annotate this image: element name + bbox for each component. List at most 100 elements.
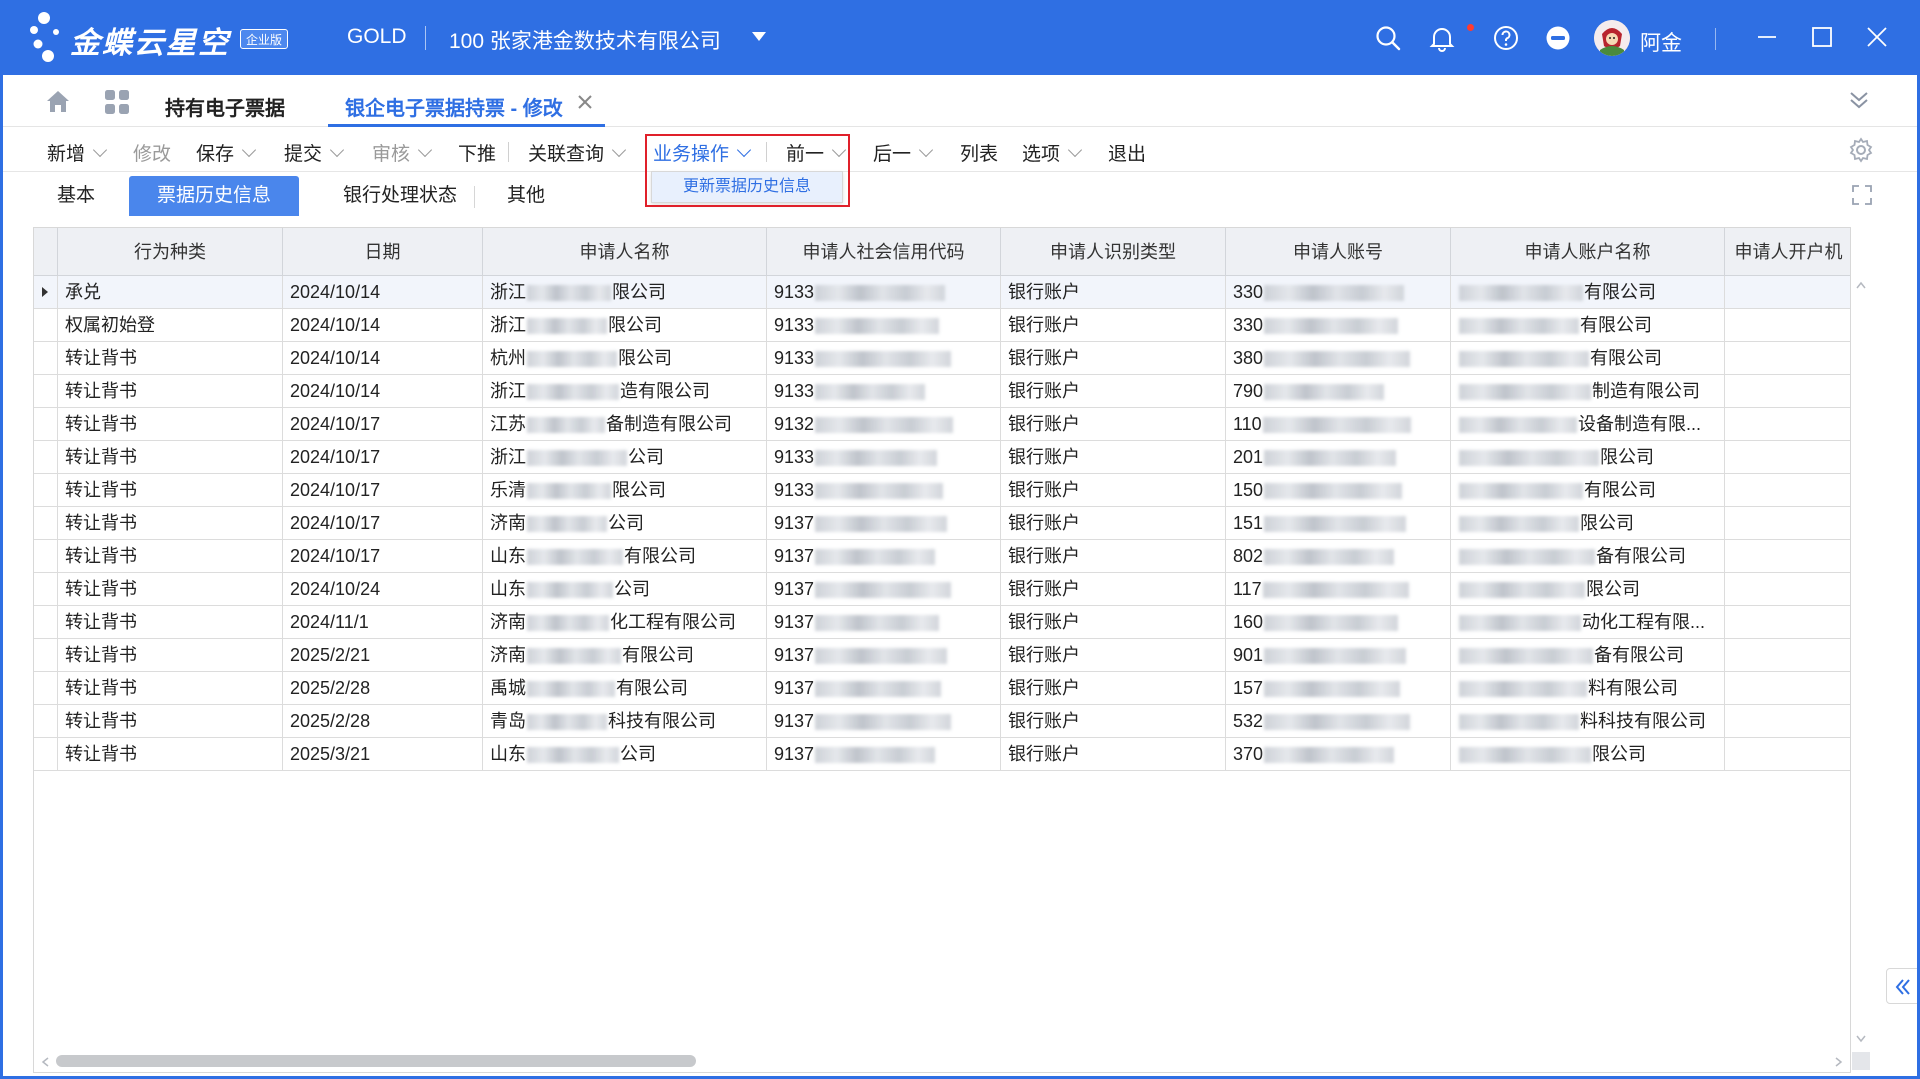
table-cell[interactable]: 2024/10/17	[283, 441, 483, 474]
column-header[interactable]: 申请人账户名称	[1451, 228, 1725, 276]
table-cell[interactable]: 2024/11/1	[283, 606, 483, 639]
audit-button[interactable]: 审核	[372, 139, 433, 166]
table-cell[interactable]: 160	[1226, 606, 1451, 639]
modify-button[interactable]: 修改	[133, 139, 171, 166]
new-button[interactable]: 新增	[47, 139, 108, 166]
table-cell[interactable]: 2024/10/14	[283, 276, 483, 309]
table-cell[interactable]: 银行账户	[1001, 474, 1226, 507]
table-row[interactable]: 转让背书 2025/3/21 山东 公司 9137 银行账户 370 限公司	[34, 738, 1850, 771]
table-cell[interactable]: 330	[1226, 309, 1451, 342]
table-row[interactable]: 转让背书 2025/2/21 济南 有限公司 9137 银行账户 901 备有限公司	[34, 639, 1850, 672]
table-cell[interactable]	[1725, 606, 1850, 639]
table-cell[interactable]: 银行账户	[1001, 309, 1226, 342]
tab-bill-history[interactable]: 票据历史信息	[129, 176, 299, 216]
horizontal-scrollbar[interactable]	[38, 1050, 1843, 1068]
table-cell[interactable]: 银行账户	[1001, 441, 1226, 474]
bell-icon[interactable]	[1428, 24, 1456, 52]
chevron-down-icon[interactable]	[417, 142, 433, 158]
maximize-icon[interactable]	[1809, 24, 1835, 50]
push-down-button[interactable]: 下推	[458, 139, 496, 166]
table-cell[interactable]: 2024/10/14	[283, 375, 483, 408]
table-cell[interactable]: 浙江 限公司	[483, 276, 767, 309]
table-cell[interactable]: 2025/2/28	[283, 705, 483, 738]
table-cell[interactable]: 9133	[767, 276, 1001, 309]
table-row[interactable]: 转让背书 2024/11/1 济南 化工程有限公司 9137 银行账户 160 动化工程有限.…	[34, 606, 1850, 639]
table-cell[interactable]: 禹城 有限公司	[483, 672, 767, 705]
row-indicator[interactable]	[34, 408, 58, 441]
table-row[interactable]: 转让背书 2025/2/28 青岛 科技有限公司 9137 银行账户 532 料科技有限公司	[34, 705, 1850, 738]
table-cell[interactable]: 银行账户	[1001, 408, 1226, 441]
table-cell[interactable]: 转让背书	[58, 573, 283, 606]
table-cell[interactable]: 乐清 限公司	[483, 474, 767, 507]
tab-close-icon[interactable]	[576, 93, 594, 111]
table-cell[interactable]	[1725, 507, 1850, 540]
table-cell[interactable]: 转让背书	[58, 408, 283, 441]
scroll-right-icon[interactable]	[1834, 1056, 1844, 1068]
table-cell[interactable]	[1725, 309, 1850, 342]
org-name[interactable]: GOLD	[347, 25, 407, 49]
table-cell[interactable]: 157	[1226, 672, 1451, 705]
table-cell[interactable]: 银行账户	[1001, 573, 1226, 606]
table-cell[interactable]: 银行账户	[1001, 738, 1226, 771]
list-button[interactable]: 列表	[960, 139, 998, 166]
table-cell[interactable]: 9132	[767, 408, 1001, 441]
company-dropdown-icon[interactable]	[752, 32, 766, 41]
scroll-left-icon[interactable]	[40, 1056, 50, 1068]
table-cell[interactable]: 限公司	[1451, 738, 1725, 771]
table-cell[interactable]: 济南 化工程有限公司	[483, 606, 767, 639]
column-header[interactable]: 申请人名称	[483, 228, 767, 276]
column-header[interactable]: 申请人社会信用代码	[767, 228, 1001, 276]
side-panel-toggle[interactable]	[1886, 968, 1918, 1004]
close-icon[interactable]	[1864, 24, 1890, 50]
table-cell[interactable]: 转让背书	[58, 738, 283, 771]
column-header[interactable]: 申请人账号	[1226, 228, 1451, 276]
table-cell[interactable]: 浙江 公司	[483, 441, 767, 474]
table-cell[interactable]	[1725, 573, 1850, 606]
row-indicator[interactable]	[34, 672, 58, 705]
table-cell[interactable]: 银行账户	[1001, 375, 1226, 408]
table-cell[interactable]: 转让背书	[58, 375, 283, 408]
table-cell[interactable]: 9137	[767, 705, 1001, 738]
next-button[interactable]: 后一	[873, 139, 934, 166]
table-cell[interactable]: 转让背书	[58, 507, 283, 540]
table-cell[interactable]: 杭州 限公司	[483, 342, 767, 375]
table-cell[interactable]: 济南 有限公司	[483, 639, 767, 672]
scroll-down-icon[interactable]	[1855, 1034, 1867, 1044]
gear-icon[interactable]	[1848, 137, 1874, 163]
table-cell[interactable]: 532	[1226, 705, 1451, 738]
row-indicator[interactable]	[34, 639, 58, 672]
chevron-down-icon[interactable]	[1067, 142, 1083, 158]
row-indicator[interactable]	[34, 507, 58, 540]
tab-bank-e-bill-edit[interactable]: 银企电子票据持票 - 修改	[328, 75, 605, 127]
chevron-down-icon[interactable]	[329, 142, 345, 158]
table-row[interactable]: 转让背书 2024/10/14 杭州 限公司 9133 银行账户 380 有限公司	[34, 342, 1850, 375]
table-cell[interactable]: 2024/10/14	[283, 342, 483, 375]
table-cell[interactable]	[1725, 672, 1850, 705]
username[interactable]: 阿金	[1640, 27, 1682, 57]
table-cell[interactable]: 9137	[767, 672, 1001, 705]
tab-bank-status[interactable]: 银行处理状态	[320, 176, 480, 216]
table-cell[interactable]: 料科技有限公司	[1451, 705, 1725, 738]
table-cell[interactable]: 转让背书	[58, 672, 283, 705]
table-cell[interactable]: 银行账户	[1001, 276, 1226, 309]
table-cell[interactable]: 江苏 备制造有限公司	[483, 408, 767, 441]
table-cell[interactable]: 限公司	[1451, 573, 1725, 606]
table-cell[interactable]: 山东 有限公司	[483, 540, 767, 573]
table-cell[interactable]	[1725, 705, 1850, 738]
table-cell[interactable]: 有限公司	[1451, 474, 1725, 507]
chevron-down-icon[interactable]	[241, 142, 257, 158]
row-indicator[interactable]	[34, 738, 58, 771]
table-cell[interactable]: 有限公司	[1451, 342, 1725, 375]
table-cell[interactable]: 201	[1226, 441, 1451, 474]
table-cell[interactable]: 山东 公司	[483, 573, 767, 606]
table-cell[interactable]: 转让背书	[58, 606, 283, 639]
avatar[interactable]	[1594, 20, 1630, 56]
table-cell[interactable]: 9137	[767, 606, 1001, 639]
table-cell[interactable]: 380	[1226, 342, 1451, 375]
chevron-down-icon[interactable]	[92, 142, 108, 158]
related-query-button[interactable]: 关联查询	[528, 139, 627, 166]
table-row[interactable]: 承兑 2024/10/14 浙江 限公司 9133 银行账户 330 有限公司	[34, 276, 1850, 309]
row-indicator[interactable]	[34, 441, 58, 474]
table-cell[interactable]: 浙江 造有限公司	[483, 375, 767, 408]
table-cell[interactable]	[1725, 342, 1850, 375]
